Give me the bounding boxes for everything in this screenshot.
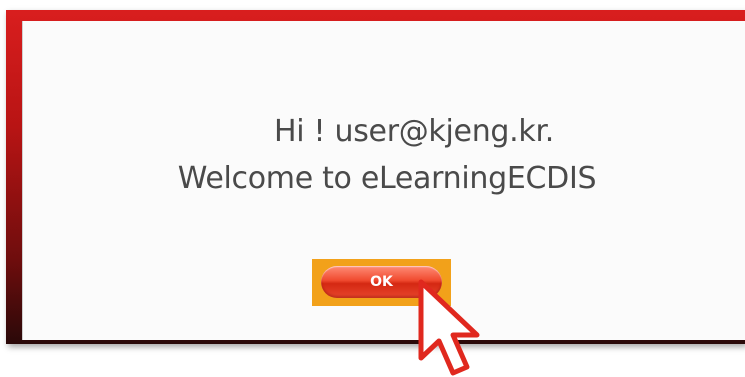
mouse-pointer-icon bbox=[418, 279, 480, 376]
welcome-text: Welcome to eLearningECDIS bbox=[177, 161, 597, 196]
greeting-text: Hi ! user@kjeng.kr. bbox=[274, 114, 554, 149]
